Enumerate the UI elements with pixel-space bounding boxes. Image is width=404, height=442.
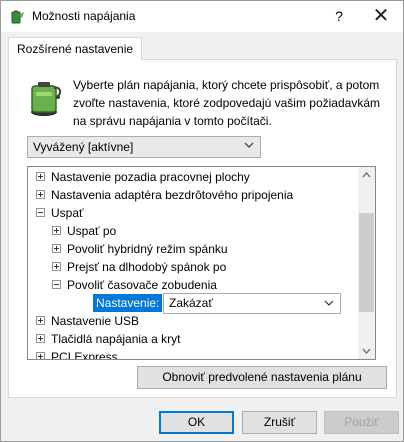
tree-item-label: Prejsť na dlhodobý spánok po	[67, 260, 227, 274]
tree-item-label: PCI Express	[51, 350, 118, 360]
expand-icon[interactable]	[36, 352, 45, 359]
battery-plan-icon	[31, 82, 62, 116]
power-plan-select[interactable]: Vyvážený [aktívne]	[27, 136, 261, 158]
power-options-dialog: Možnosti napájania ? ✕ Rozšírené nastave…	[0, 0, 404, 442]
tree-item-label: Uspať po	[67, 224, 117, 238]
help-button[interactable]: ?	[327, 5, 351, 27]
tab-advanced-settings[interactable]: Rozšírené nastavenie	[8, 37, 143, 60]
chevron-down-icon	[244, 142, 254, 148]
power-plan-value: Vyvážený [aktívne]	[33, 140, 134, 154]
cancel-button[interactable]: Zrušiť	[242, 411, 317, 434]
expand-icon[interactable]	[52, 244, 61, 253]
collapse-icon[interactable]	[52, 280, 61, 289]
tree-item-label: Nastavenie USB	[51, 314, 140, 328]
setting-label: Nastavenie:	[93, 294, 163, 312]
close-button[interactable]: ✕	[361, 2, 401, 30]
scroll-up-icon[interactable]	[358, 167, 375, 184]
description-text: Vyberte plán napájania, ktorý chcete pri…	[73, 78, 381, 128]
expand-icon[interactable]	[36, 172, 45, 181]
tree-item-label: Uspať	[51, 206, 84, 220]
ok-button[interactable]: OK	[159, 411, 234, 434]
power-options-icon	[11, 10, 24, 24]
apply-button[interactable]: Použiť	[324, 411, 399, 434]
tree-item-label: Povoliť hybridný režim spánku	[67, 242, 228, 256]
tree-scrollbar[interactable]	[358, 167, 375, 359]
tree-item-label: Tlačidlá napájania a kryt	[51, 332, 181, 346]
expand-icon[interactable]	[52, 262, 61, 271]
tree-item-label: Povoliť časovače zobudenia	[67, 278, 217, 292]
expand-icon[interactable]	[36, 316, 45, 325]
collapse-icon[interactable]	[36, 208, 45, 217]
scroll-down-icon[interactable]	[358, 342, 375, 359]
expand-icon[interactable]	[36, 190, 45, 199]
wake-timers-select[interactable]: Zakázať	[163, 293, 341, 314]
expand-icon[interactable]	[36, 334, 45, 343]
wake-timers-value: Zakázať	[169, 296, 213, 310]
chevron-down-icon	[324, 300, 334, 306]
expand-icon[interactable]	[52, 226, 61, 235]
settings-tree[interactable]: Nastavenie pozadia pracovnej plochy Nast…	[27, 166, 376, 360]
tree-item-label: Nastavenie pozadia pracovnej plochy	[51, 170, 250, 184]
scroll-thumb[interactable]	[359, 213, 374, 312]
tree-item-label: Nastavenia adaptéra bezdrôtového pripoje…	[51, 188, 294, 202]
window-title: Možnosti napájania	[32, 9, 136, 23]
title-bar[interactable]: Možnosti napájania ? ✕	[1, 1, 403, 32]
restore-defaults-button[interactable]: Obnoviť predvolené nastavenia plánu	[137, 366, 387, 389]
advanced-settings-panel: Vyberte plán napájania, ktorý chcete pri…	[8, 59, 397, 398]
